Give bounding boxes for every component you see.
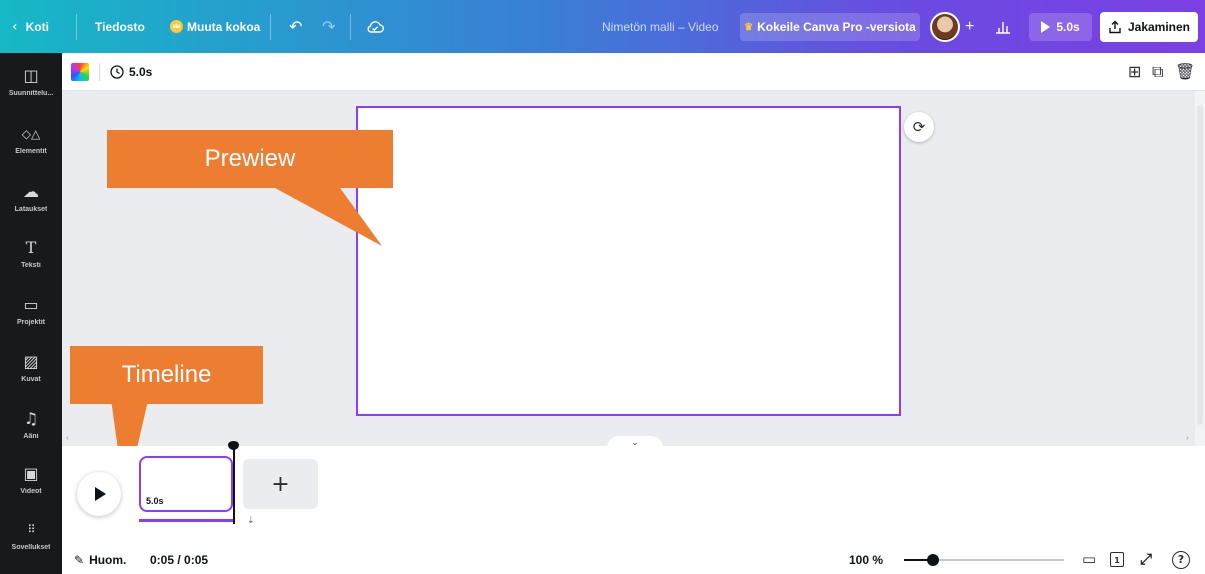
transition-icon[interactable]: ⇣	[247, 516, 255, 526]
preview-callout-tail	[275, 188, 382, 246]
notes-icon: ✎	[74, 553, 85, 567]
clip-progress-bar	[139, 519, 233, 522]
playback-time: 0:05 / 0:05	[150, 553, 209, 567]
zoom-value[interactable]: 100 %	[849, 546, 883, 574]
timeline-callout: Timeline	[70, 346, 263, 404]
play-icon	[95, 487, 106, 501]
timeline-play-button[interactable]	[77, 472, 121, 516]
fullscreen-icon[interactable]: ⤢	[1140, 550, 1152, 568]
timeline-clip[interactable]: 5.0s	[139, 456, 233, 512]
bottom-bar: ✎ Huom. 0:05 / 0:05 100 % ▭ 1 ⤢ ?	[62, 546, 1205, 574]
zoom-slider-handle[interactable]	[926, 554, 939, 566]
page-count-button[interactable]: 1	[1110, 552, 1124, 567]
clip-duration: 5.0s	[146, 496, 164, 506]
notes-button[interactable]: ✎ Huom.	[74, 546, 126, 574]
playhead[interactable]	[233, 446, 235, 524]
add-page-button[interactable]: +	[243, 459, 318, 509]
help-icon[interactable]: ?	[1172, 551, 1190, 569]
preview-callout: Prewiew	[107, 130, 393, 188]
zoom-slider[interactable]	[904, 554, 1064, 566]
grid-view-icon[interactable]: ▭	[1082, 550, 1096, 568]
